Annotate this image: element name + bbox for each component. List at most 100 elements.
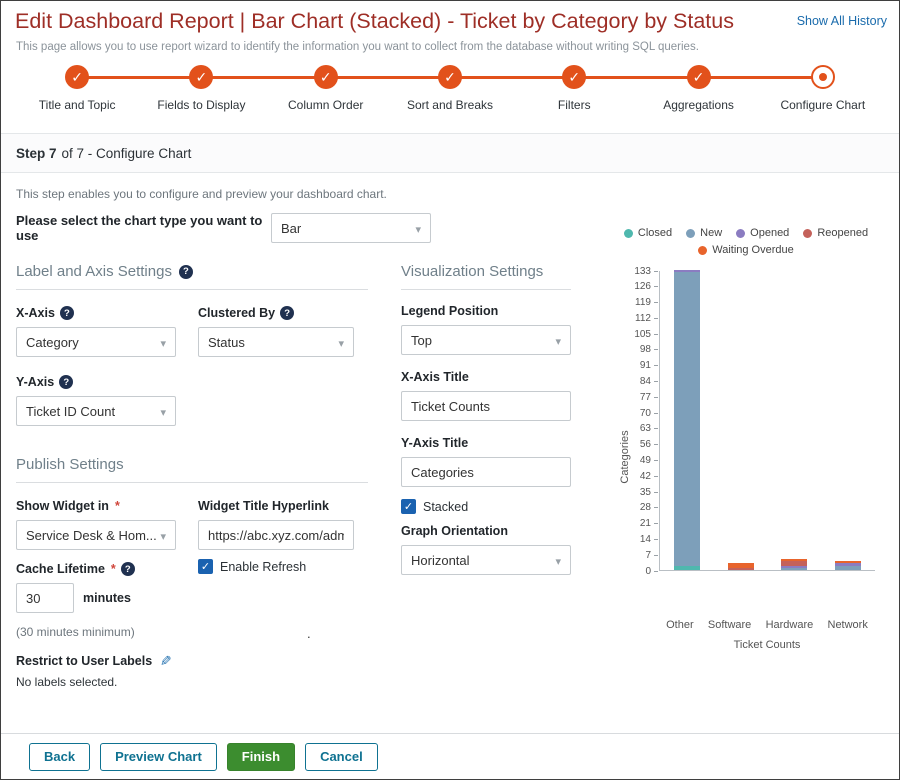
chart-preview: Closed New Opened Reopened Waiting Overdue C… (601, 227, 891, 619)
chart-type-value: Bar (281, 221, 301, 236)
step-title: of 7 - Configure Chart (62, 146, 192, 161)
y-tick-mark (654, 381, 658, 382)
restrict-user-labels-label: Restrict to User Labels (16, 654, 152, 668)
y-tick-mark (654, 413, 658, 414)
cache-lifetime-hint: (30 minutes minimum) (16, 625, 368, 639)
stepper-step[interactable]: Title and Topic (15, 65, 139, 127)
legend-position-label: Legend Position (401, 304, 571, 318)
label-axis-and-publish-column: Label and Axis Settings X-Axis Category … (16, 263, 368, 689)
help-icon[interactable] (280, 306, 294, 320)
widget-hyperlink-input[interactable] (198, 520, 354, 550)
help-icon[interactable] (59, 375, 73, 389)
chart-bars (659, 271, 875, 571)
chevron-down-icon (555, 333, 561, 348)
stepper-step[interactable]: Fields to Display (139, 65, 263, 127)
step-label: Sort and Breaks (407, 98, 493, 112)
edit-pencil-icon[interactable] (157, 655, 174, 667)
publish-settings-heading: Publish Settings (16, 456, 368, 483)
x-axis-title-input[interactable] (401, 391, 571, 421)
y-tick-label: 77 (640, 392, 651, 403)
stepper-step[interactable]: Filters (512, 65, 636, 127)
widget-hyperlink-label-row: Widget Title Hyperlink (198, 499, 354, 513)
show-widget-select[interactable]: Service Desk & Hom... (16, 520, 176, 550)
clustered-by-select[interactable]: Status (198, 327, 354, 357)
y-tick: 63 (640, 423, 658, 434)
cancel-button[interactable]: Cancel (305, 743, 378, 771)
stacked-bar (835, 561, 861, 570)
stacked-bar (728, 563, 754, 570)
restrict-user-labels-row: Restrict to User Labels (16, 652, 368, 669)
y-tick-mark (654, 397, 658, 398)
preview-chart-button[interactable]: Preview Chart (100, 743, 217, 771)
legend-item[interactable]: Waiting Overdue (698, 244, 794, 256)
legend-dot-icon (698, 246, 707, 255)
chart-type-row: Please select the chart type you want to… (16, 213, 431, 243)
cache-lifetime-input[interactable] (16, 583, 74, 613)
widget-hyperlink-label: Widget Title Hyperlink (198, 499, 329, 513)
y-axis-title-input[interactable] (401, 457, 571, 487)
legend-item[interactable]: New (686, 227, 722, 239)
y-axis-select[interactable]: Ticket ID Count (16, 396, 176, 426)
y-tick-label: 133 (634, 266, 651, 277)
cache-lifetime-unit: minutes (83, 591, 131, 605)
x-axis-label: X-Axis (16, 306, 55, 320)
chart-legend: Closed New Opened Reopened Waiting Overdue (601, 227, 891, 256)
legend-item[interactable]: Reopened (803, 227, 868, 239)
step-current-icon (811, 65, 835, 89)
show-all-history-link[interactable]: Show All History (797, 14, 887, 28)
stepper-step[interactable]: Sort and Breaks (388, 65, 512, 127)
required-asterisk: * (115, 499, 120, 513)
bar-segment (674, 566, 700, 571)
stacked-row: Stacked (401, 499, 571, 514)
chevron-down-icon (160, 404, 166, 419)
x-category-label: Software (708, 619, 751, 631)
stray-period: . (307, 626, 311, 641)
graph-orientation-label: Graph Orientation (401, 524, 571, 538)
step-current-dot (819, 73, 827, 81)
visualization-settings-title: Visualization Settings (401, 263, 543, 280)
visualization-settings-column: Visualization Settings Legend Position T… (401, 263, 571, 575)
legend-item[interactable]: Closed (624, 227, 672, 239)
y-tick: 126 (634, 281, 658, 292)
x-axis-value: Category (26, 335, 79, 350)
y-axis-field: Y-Axis Ticket ID Count (16, 375, 176, 426)
page-title: Edit Dashboard Report | Bar Chart (Stack… (15, 9, 785, 34)
stepper-step[interactable]: Configure Chart (761, 65, 885, 127)
x-category-label: Hardware (766, 619, 814, 631)
page-subtitle: This page allows you to use report wizar… (16, 41, 699, 53)
legend-dot-icon (736, 229, 745, 238)
stepper-step[interactable]: Aggregations (636, 65, 760, 127)
x-axis-select[interactable]: Category (16, 327, 176, 357)
cache-lifetime-field: Cache Lifetime * minutes (30 minutes min… (16, 562, 368, 639)
legend-item[interactable]: Opened (736, 227, 789, 239)
y-tick-mark (654, 334, 658, 335)
y-tick: 84 (640, 376, 658, 387)
legend-position-select[interactable]: Top (401, 325, 571, 355)
graph-orientation-value: Horizontal (411, 553, 470, 568)
x-category-label: Network (828, 619, 868, 631)
y-tick-mark (654, 523, 658, 524)
legend-dot-icon (686, 229, 695, 238)
back-button[interactable]: Back (29, 743, 90, 771)
stacked-checkbox[interactable] (401, 499, 416, 514)
step-description: This step enables you to configure and p… (16, 187, 387, 201)
graph-orientation-select[interactable]: Horizontal (401, 545, 571, 575)
y-tick-label: 56 (640, 439, 651, 450)
help-icon[interactable] (179, 265, 193, 279)
step-label: Title and Topic (39, 98, 116, 112)
y-tick-label: 49 (640, 455, 651, 466)
help-icon[interactable] (60, 306, 74, 320)
graph-orientation-label-text: Graph Orientation (401, 524, 508, 538)
stepper-step[interactable]: Column Order (264, 65, 388, 127)
chart-type-select[interactable]: Bar (271, 213, 431, 243)
help-icon[interactable] (121, 562, 135, 576)
x-axis-label-row: X-Axis (16, 306, 176, 320)
legend-dot-icon (803, 229, 812, 238)
y-tick-label: 105 (634, 329, 651, 340)
cache-lifetime-input-row: minutes (16, 583, 368, 613)
legend-position-value: Top (411, 333, 432, 348)
chevron-down-icon (415, 221, 421, 236)
finish-button[interactable]: Finish (227, 743, 295, 771)
bar-segment (728, 568, 754, 570)
bar-slot (714, 563, 768, 570)
